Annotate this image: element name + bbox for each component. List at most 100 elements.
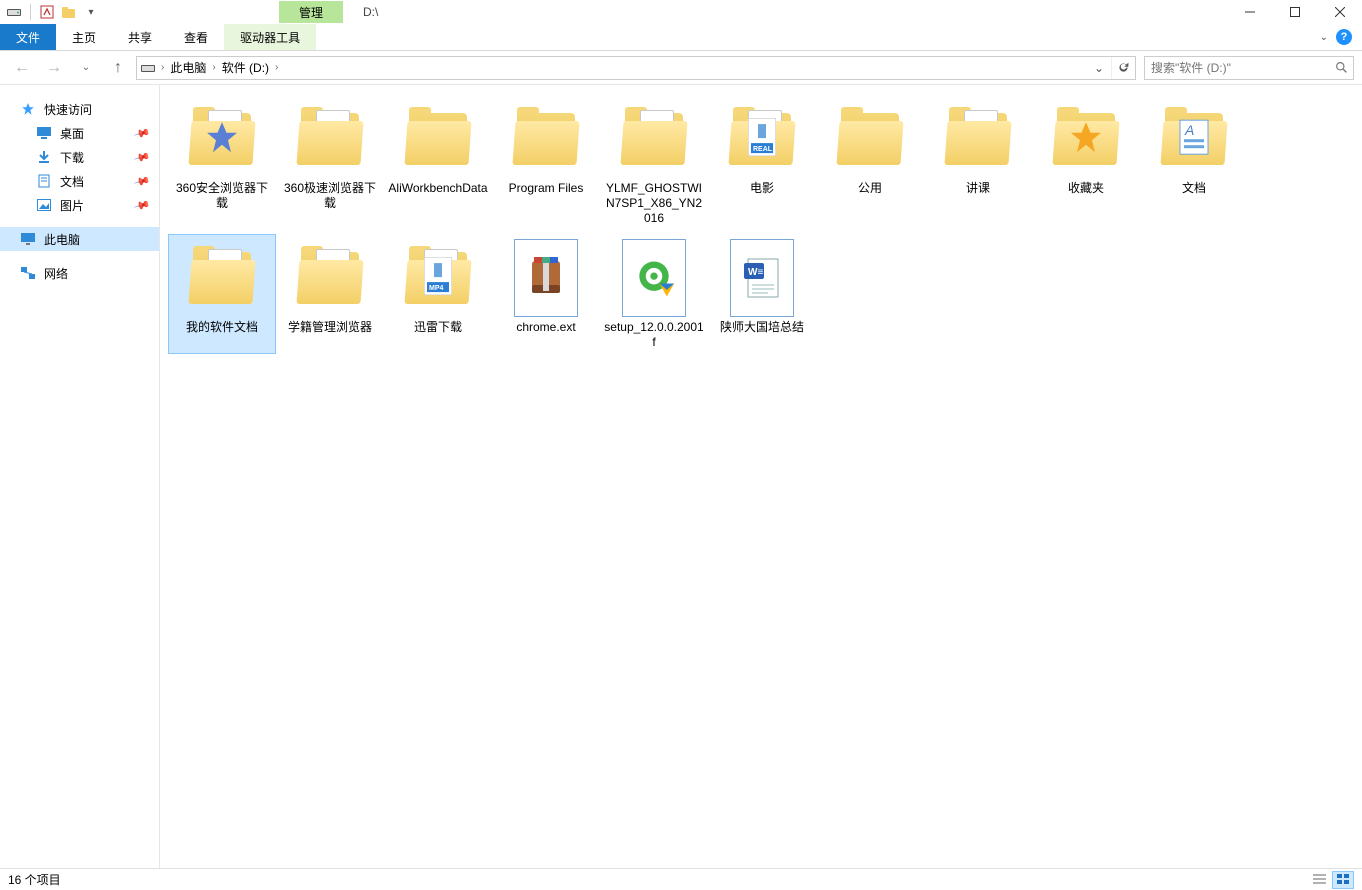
- back-button[interactable]: ←: [8, 56, 36, 80]
- folder-icon: [830, 99, 910, 179]
- tab-file[interactable]: 文件: [0, 24, 56, 50]
- search-box[interactable]: [1144, 56, 1354, 80]
- status-item-count: 16 个项目: [8, 871, 61, 888]
- explorer-body: 快速访问 桌面 📌 下载 📌 文档: [0, 85, 1362, 868]
- window-title: D:\: [363, 5, 378, 19]
- nav-downloads[interactable]: 下载 📌: [0, 145, 159, 169]
- folder-item[interactable]: 讲课: [924, 95, 1032, 230]
- item-label: 360极速浏览器下载: [280, 181, 380, 211]
- nav-label: 下载: [60, 149, 84, 166]
- folder-paper-icon: [614, 99, 694, 179]
- contextual-tab-label: 管理: [279, 1, 343, 23]
- item-label: 收藏夹: [1068, 181, 1104, 196]
- contextual-tab-header: 管理: [279, 0, 343, 24]
- nav-this-pc[interactable]: 此电脑: [0, 227, 159, 251]
- folder-item[interactable]: AliWorkbenchData: [384, 95, 492, 230]
- drive-icon: [137, 62, 159, 74]
- address-history-dropdown[interactable]: ⌄: [1087, 57, 1111, 79]
- search-icon[interactable]: [1329, 61, 1353, 74]
- breadcrumb-this-pc[interactable]: 此电脑: [166, 57, 210, 79]
- folder-real-icon: REAL: [722, 99, 802, 179]
- folder-doc-icon: A: [1154, 99, 1234, 179]
- recent-locations-button[interactable]: ⌄: [72, 56, 100, 80]
- nav-label: 网络: [44, 265, 68, 282]
- folder-item[interactable]: MP4 迅雷下载: [384, 234, 492, 354]
- svg-text:REAL: REAL: [753, 146, 773, 153]
- svg-text:A: A: [1184, 122, 1194, 138]
- chevron-right-icon[interactable]: ›: [159, 62, 166, 73]
- item-label: 学籍管理浏览器: [288, 320, 372, 335]
- ribbon-right: ⌄ ?: [1320, 24, 1362, 50]
- tab-home[interactable]: 主页: [56, 24, 112, 50]
- nav-quick-access[interactable]: 快速访问: [0, 97, 159, 121]
- title-bar: ▾ 管理 D:\: [0, 0, 1362, 24]
- help-icon[interactable]: ?: [1336, 29, 1352, 45]
- folder-item[interactable]: 学籍管理浏览器: [276, 234, 384, 354]
- nav-label: 图片: [60, 197, 84, 214]
- pin-icon: 📌: [133, 148, 151, 166]
- details-view-button[interactable]: [1308, 871, 1330, 889]
- breadcrumb-current[interactable]: 软件 (D:): [218, 57, 273, 79]
- folder-paper-icon: [290, 99, 370, 179]
- status-bar: 16 个项目: [0, 868, 1362, 890]
- file-setup-icon: [614, 238, 694, 318]
- tab-share[interactable]: 共享: [112, 24, 168, 50]
- file-item[interactable]: setup_12.0.0.2001f: [600, 234, 708, 354]
- file-grid[interactable]: 360安全浏览器下载360极速浏览器下载AliWorkbenchData Prog…: [160, 85, 1362, 868]
- item-label: chrome.ext: [516, 320, 575, 335]
- download-icon: [36, 149, 52, 165]
- folder-item[interactable]: REAL电影: [708, 95, 816, 230]
- tab-view[interactable]: 查看: [168, 24, 224, 50]
- desktop-icon: [36, 125, 52, 141]
- new-folder-icon[interactable]: [61, 4, 77, 20]
- item-label: 讲课: [966, 181, 990, 196]
- address-bar[interactable]: › 此电脑 › 软件 (D:) › ⌄: [136, 56, 1136, 80]
- nav-documents[interactable]: 文档 📌: [0, 169, 159, 193]
- folder-item[interactable]: 公用: [816, 95, 924, 230]
- quick-access-toolbar: ▾: [0, 4, 99, 20]
- qat-dropdown-icon[interactable]: ▾: [83, 4, 99, 20]
- pin-icon: 📌: [133, 124, 151, 142]
- file-item[interactable]: W≡ 陕师大国培总结: [708, 234, 816, 354]
- up-button[interactable]: ↑: [104, 56, 132, 80]
- folder-item[interactable]: 360安全浏览器下载: [168, 95, 276, 230]
- tab-drive-tools[interactable]: 驱动器工具: [224, 24, 316, 50]
- chevron-right-icon[interactable]: ›: [210, 62, 217, 73]
- file-item[interactable]: chrome.ext: [492, 234, 600, 354]
- minimize-button[interactable]: [1227, 0, 1272, 24]
- folder-item[interactable]: 360极速浏览器下载: [276, 95, 384, 230]
- large-icons-view-button[interactable]: [1332, 871, 1354, 889]
- item-label: Program Files: [509, 181, 584, 196]
- navigation-pane: 快速访问 桌面 📌 下载 📌 文档: [0, 85, 160, 868]
- properties-icon[interactable]: [39, 4, 55, 20]
- item-label: 迅雷下载: [414, 320, 462, 335]
- nav-label: 文档: [60, 173, 84, 190]
- folder-item[interactable]: 收藏夹: [1032, 95, 1140, 230]
- folder-item[interactable]: YLMF_GHOSTWIN7SP1_X86_YN2016: [600, 95, 708, 230]
- refresh-button[interactable]: [1111, 57, 1135, 79]
- folder-mp4-icon: MP4: [398, 238, 478, 318]
- folder-icon: [506, 99, 586, 179]
- nav-desktop[interactable]: 桌面 📌: [0, 121, 159, 145]
- close-button[interactable]: [1317, 0, 1362, 24]
- search-input[interactable]: [1145, 61, 1329, 75]
- item-label: 陕师大国培总结: [720, 320, 804, 335]
- chevron-right-icon[interactable]: ›: [273, 62, 280, 73]
- nav-label: 快速访问: [44, 101, 92, 118]
- folder-paper-icon: [938, 99, 1018, 179]
- picture-icon: [36, 197, 52, 213]
- maximize-button[interactable]: [1272, 0, 1317, 24]
- folder-item[interactable]: A文档: [1140, 95, 1248, 230]
- ribbon-expand-icon[interactable]: ⌄: [1320, 32, 1328, 43]
- folder-favstar-icon: [1046, 99, 1126, 179]
- nav-network[interactable]: 网络: [0, 261, 159, 285]
- svg-text:W≡: W≡: [748, 267, 763, 278]
- pin-icon: 📌: [133, 196, 151, 214]
- folder-item[interactable]: 我的软件文档: [168, 234, 276, 354]
- forward-button[interactable]: →: [40, 56, 68, 80]
- folder-item[interactable]: Program Files: [492, 95, 600, 230]
- svg-text:MP4: MP4: [429, 285, 444, 292]
- network-icon: [20, 265, 36, 281]
- nav-pictures[interactable]: 图片 📌: [0, 193, 159, 217]
- file-rar-icon: [506, 238, 586, 318]
